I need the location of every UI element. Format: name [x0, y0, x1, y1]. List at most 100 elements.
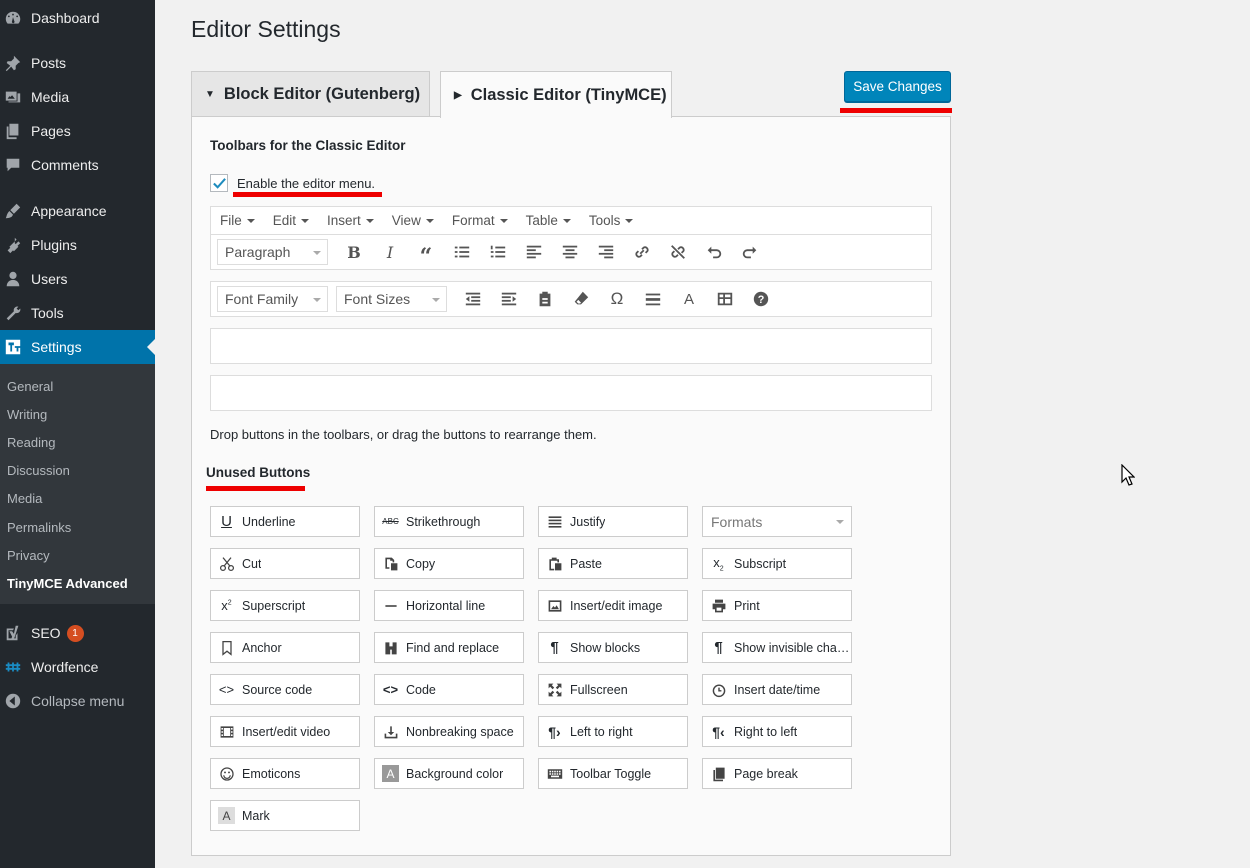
- numbered-list-icon[interactable]: [480, 239, 516, 265]
- menu-plugins[interactable]: Plugins: [0, 228, 155, 262]
- submenu-permalinks[interactable]: Permalinks: [7, 520, 71, 535]
- align-center-icon[interactable]: [552, 239, 588, 265]
- menu-comments[interactable]: Comments: [0, 148, 155, 182]
- menu-tools[interactable]: Tools: [0, 296, 155, 330]
- code-icon: <>: [382, 682, 399, 697]
- unused-code[interactable]: <> Code: [374, 674, 524, 705]
- menu-label: Dashboard: [31, 10, 100, 26]
- paste-text-icon[interactable]: [527, 286, 563, 312]
- unused-horizontal-line[interactable]: Horizontal line: [374, 590, 524, 621]
- unused-show-invisible[interactable]: ¶ Show invisible chara...: [702, 632, 852, 663]
- unused-subscript[interactable]: x2 Subscript: [702, 548, 852, 579]
- unused-anchor[interactable]: Anchor: [210, 632, 360, 663]
- toolbar-3-empty[interactable]: [210, 328, 932, 364]
- menubar-tools[interactable]: Tools: [589, 213, 634, 228]
- unused-nonbreaking-space[interactable]: Nonbreaking space: [374, 716, 524, 747]
- unused-find-replace[interactable]: Find and replace: [374, 632, 524, 663]
- help-icon[interactable]: ?: [743, 286, 779, 312]
- menubar-file[interactable]: File: [220, 213, 255, 228]
- unused-show-blocks[interactable]: ¶ Show blocks: [538, 632, 688, 663]
- unused-copy[interactable]: Copy: [374, 548, 524, 579]
- submenu-discussion[interactable]: Discussion: [7, 463, 70, 478]
- horizontal-line-icon[interactable]: [635, 286, 671, 312]
- tab-block-editor[interactable]: ▼ Block Editor (Gutenberg): [191, 71, 430, 117]
- undo-icon[interactable]: [696, 239, 732, 265]
- redo-icon[interactable]: [732, 239, 768, 265]
- unused-toolbar-toggle[interactable]: Toolbar Toggle: [538, 758, 688, 789]
- unused-formats-select[interactable]: Formats: [702, 506, 852, 537]
- unused-right-to-left[interactable]: ¶‹ Right to left: [702, 716, 852, 747]
- menubar-format[interactable]: Format: [452, 213, 508, 228]
- submenu-reading[interactable]: Reading: [7, 435, 55, 450]
- clock-icon: [710, 681, 727, 698]
- submenu-tinymce-advanced[interactable]: TinyMCE Advanced: [7, 576, 128, 591]
- paragraph-icon: ¶: [714, 639, 723, 656]
- font-family-select[interactable]: Font Family: [217, 286, 328, 312]
- unused-insert-image[interactable]: Insert/edit image: [538, 590, 688, 621]
- bold-icon[interactable]: B: [336, 239, 372, 265]
- bullet-list-icon[interactable]: [444, 239, 480, 265]
- menu-label: Appearance: [31, 203, 107, 219]
- bookmark-icon: [218, 639, 235, 656]
- align-left-icon[interactable]: [516, 239, 552, 265]
- unused-cut[interactable]: Cut: [210, 548, 360, 579]
- menubar-view[interactable]: View: [392, 213, 434, 228]
- clear-formatting-icon[interactable]: [563, 286, 599, 312]
- code-icon: <>: [218, 682, 235, 697]
- unused-paste[interactable]: Paste: [538, 548, 688, 579]
- unused-background-color[interactable]: A Background color: [374, 758, 524, 789]
- table-icon[interactable]: [707, 286, 743, 312]
- submenu-privacy[interactable]: Privacy: [7, 548, 50, 563]
- tab-classic-editor[interactable]: ▶ Classic Editor (TinyMCE): [440, 71, 672, 118]
- menu-pages[interactable]: Pages: [0, 114, 155, 148]
- unused-insert-video[interactable]: Insert/edit video: [210, 716, 360, 747]
- italic-icon[interactable]: I: [372, 239, 408, 265]
- unused-source-code[interactable]: <> Source code: [210, 674, 360, 705]
- menu-settings[interactable]: Settings: [0, 330, 155, 364]
- align-right-icon[interactable]: [588, 239, 624, 265]
- unused-justify[interactable]: Justify: [538, 506, 688, 537]
- menu-dashboard[interactable]: Dashboard: [0, 1, 155, 35]
- unused-strikethrough[interactable]: ABC Strikethrough: [374, 506, 524, 537]
- menu-label: Plugins: [31, 237, 77, 253]
- menubar-insert[interactable]: Insert: [327, 213, 374, 228]
- menubar-table[interactable]: Table: [526, 213, 571, 228]
- save-changes-button[interactable]: Save Changes: [844, 71, 951, 102]
- paragraph-format-select[interactable]: Paragraph: [217, 239, 328, 265]
- enable-menu-checkbox[interactable]: [210, 174, 228, 192]
- toolbar-4-empty[interactable]: [210, 375, 932, 411]
- menu-appearance[interactable]: Appearance: [0, 194, 155, 228]
- menu-collapse[interactable]: Collapse menu: [0, 684, 155, 718]
- unused-fullscreen[interactable]: Fullscreen: [538, 674, 688, 705]
- settings-icon: [4, 338, 22, 356]
- link-icon[interactable]: [624, 239, 660, 265]
- font-sizes-select[interactable]: Font Sizes: [336, 286, 447, 312]
- menubar-edit[interactable]: Edit: [273, 213, 310, 228]
- unused-underline[interactable]: U Underline: [210, 506, 360, 537]
- submenu-general[interactable]: General: [7, 379, 53, 394]
- unused-superscript[interactable]: x2 Superscript: [210, 590, 360, 621]
- unused-page-break[interactable]: Page break: [702, 758, 852, 789]
- menu-wordfence[interactable]: Wordfence: [0, 650, 155, 684]
- blockquote-icon[interactable]: “: [408, 239, 444, 268]
- menu-label: Settings: [31, 339, 82, 355]
- menu-seo[interactable]: SEO 1: [0, 616, 155, 650]
- menu-posts[interactable]: Posts: [0, 46, 155, 80]
- text-color-icon[interactable]: A: [671, 286, 707, 312]
- user-icon: [4, 270, 22, 288]
- unused-print[interactable]: Print: [702, 590, 852, 621]
- unused-mark[interactable]: A Mark: [210, 800, 360, 831]
- submenu-media[interactable]: Media: [7, 491, 42, 506]
- outdent-icon[interactable]: [455, 286, 491, 312]
- enable-menu-label[interactable]: Enable the editor menu.: [237, 176, 375, 191]
- unused-insert-datetime[interactable]: Insert date/time: [702, 674, 852, 705]
- indent-icon[interactable]: [491, 286, 527, 312]
- special-character-icon[interactable]: Ω: [599, 286, 635, 312]
- unlink-icon[interactable]: [660, 239, 696, 265]
- menu-media[interactable]: Media: [0, 80, 155, 114]
- copy-icon: [382, 555, 399, 572]
- unused-emoticons[interactable]: Emoticons: [210, 758, 360, 789]
- menu-users[interactable]: Users: [0, 262, 155, 296]
- unused-left-to-right[interactable]: ¶› Left to right: [538, 716, 688, 747]
- submenu-writing[interactable]: Writing: [7, 407, 47, 422]
